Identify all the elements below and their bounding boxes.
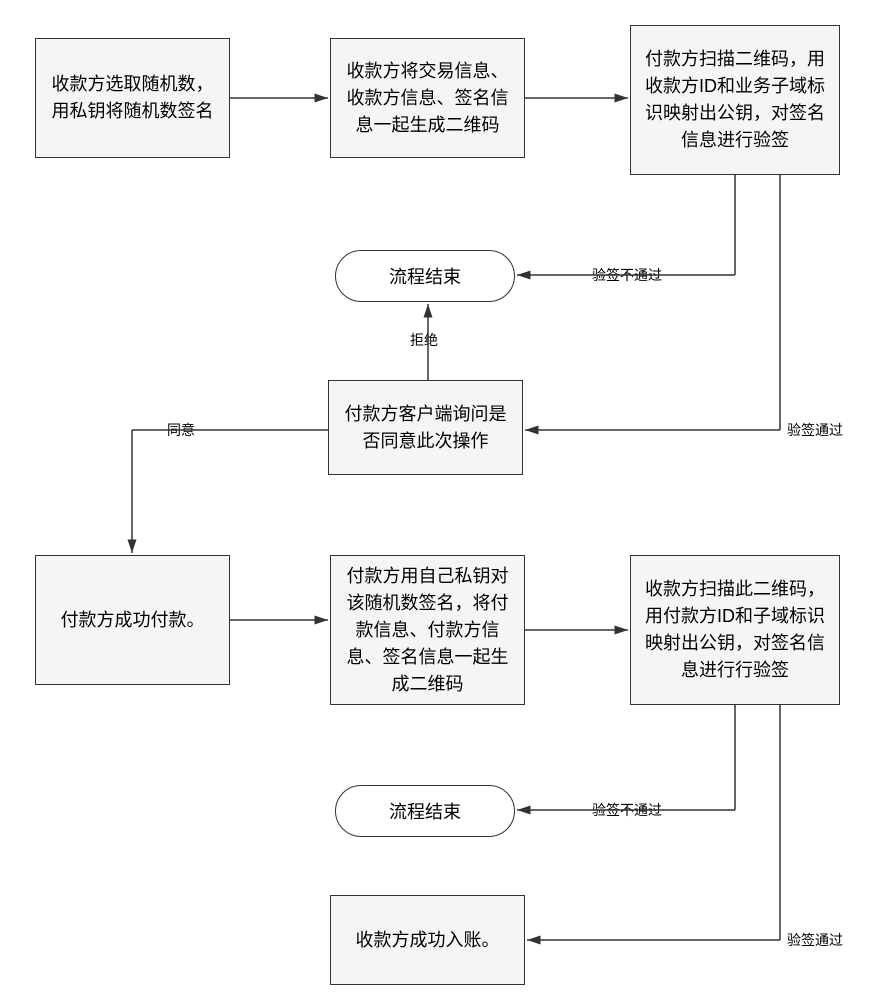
edge-label-pass1: 验签通过 [785, 420, 845, 440]
node-text: 付款方客户端询问是否同意此次操作 [341, 401, 510, 455]
node-text: 付款方扫描二维码，用收款方ID和业务子域标识映射出公钥，对签名信息进行验签 [643, 46, 827, 154]
terminator-end-1: 流程结束 [335, 250, 515, 302]
node-text: 流程结束 [389, 263, 461, 289]
edge-label-pass2: 验签通过 [785, 930, 845, 950]
node-payee-generate-qr: 收款方将交易信息、收款方信息、签名信息一起生成二维码 [330, 38, 525, 158]
node-payer-generate-qr: 付款方用自己私钥对该随机数签名，将付款信息、付款方信息、签名信息一起生成二维码 [330, 555, 525, 705]
node-text: 收款方扫描此二维码，用付款方ID和子域标识映射出公钥，对签名信息进行行验签 [643, 576, 827, 684]
node-text: 流程结束 [389, 798, 461, 824]
node-payer-confirm: 付款方客户端询问是否同意此次操作 [328, 380, 523, 475]
node-text: 付款方用自己私钥对该随机数签名，将付款信息、付款方信息、签名信息一起生成二维码 [343, 563, 512, 698]
edge-label-agree: 同意 [165, 420, 197, 440]
node-payee-sign-random: 收款方选取随机数，用私钥将随机数签名 [35, 38, 230, 158]
node-payee-credited: 收款方成功入账。 [330, 895, 525, 985]
edge-label-fail1: 验签不通过 [590, 265, 664, 285]
node-text: 收款方成功入账。 [356, 927, 500, 954]
node-payer-verify-signature: 付款方扫描二维码，用收款方ID和业务子域标识映射出公钥，对签名信息进行验签 [630, 25, 840, 175]
node-text: 收款方将交易信息、收款方信息、签名信息一起生成二维码 [343, 58, 512, 139]
edge-label-reject: 拒绝 [408, 330, 440, 350]
node-payer-paid: 付款方成功付款。 [35, 555, 230, 685]
edge-label-fail2: 验签不通过 [590, 800, 664, 820]
terminator-end-2: 流程结束 [335, 785, 515, 837]
node-payee-verify-signature: 收款方扫描此二维码，用付款方ID和子域标识映射出公钥，对签名信息进行行验签 [630, 555, 840, 705]
node-text: 收款方选取随机数，用私钥将随机数签名 [48, 71, 217, 125]
node-text: 付款方成功付款。 [61, 607, 205, 634]
